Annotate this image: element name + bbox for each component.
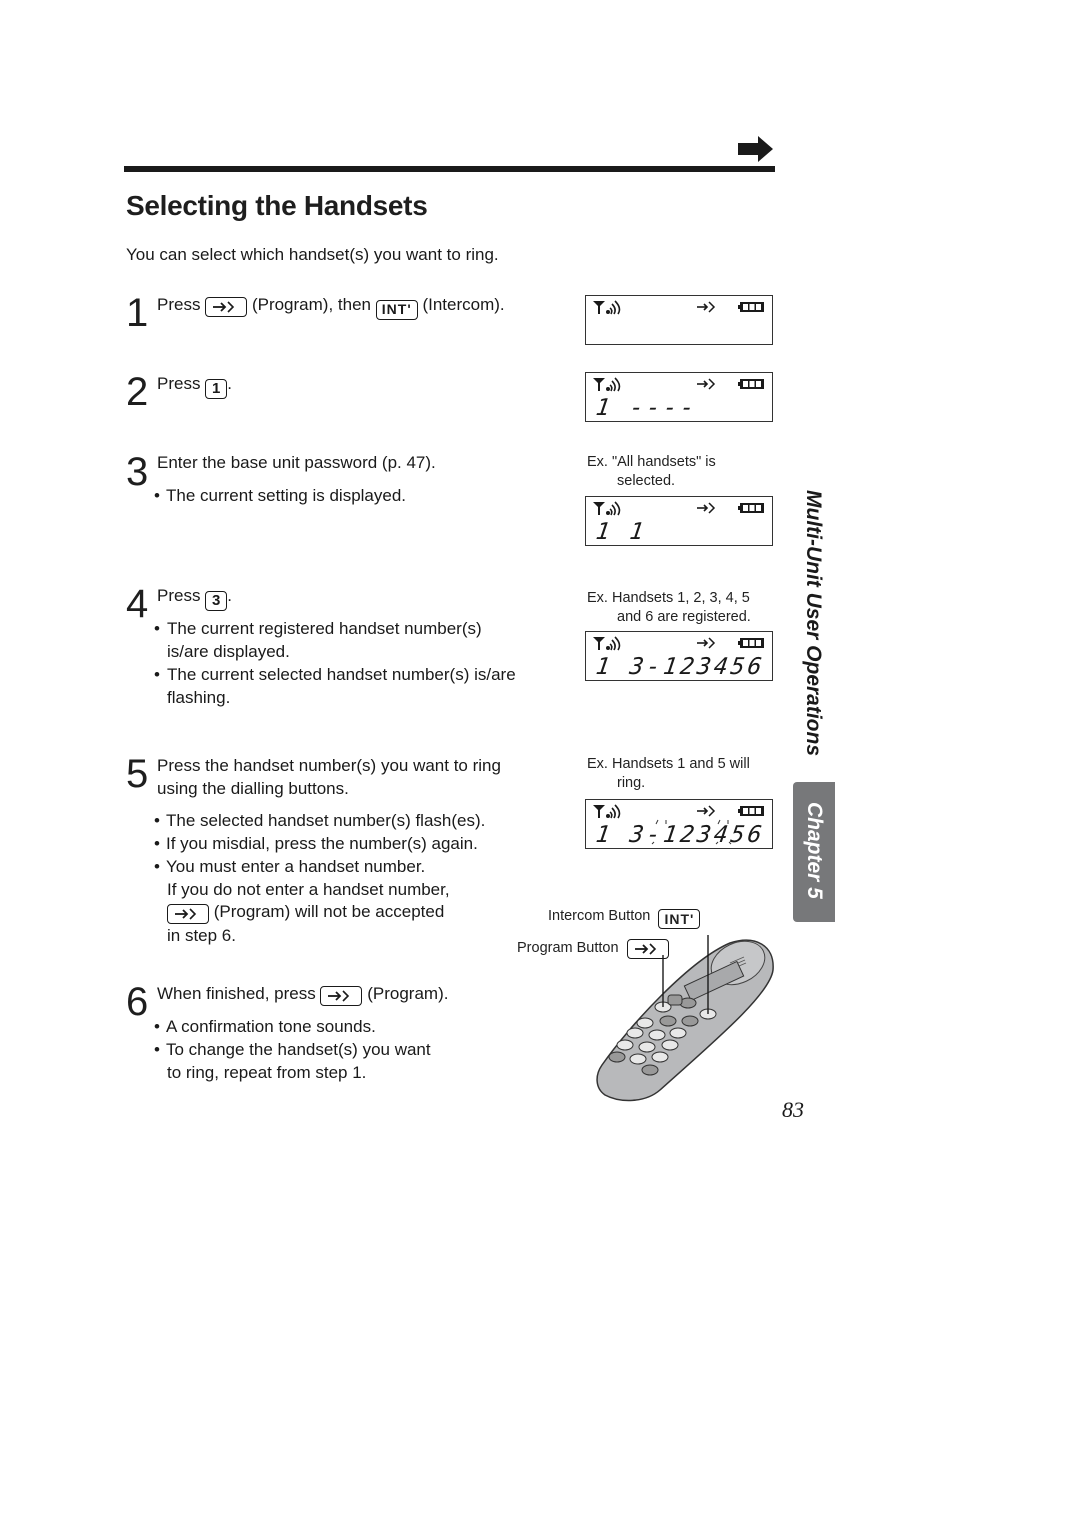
display-caption: Ex. Handsets 1, 2, 3, 4, 5 <box>587 590 750 606</box>
step-5-line1: Press the handset number(s) you want to … <box>157 756 501 775</box>
step-number: 2 <box>126 370 149 414</box>
display-caption: Ex. Handsets 1 and 5 will <box>587 756 750 772</box>
battery-icon <box>738 379 764 389</box>
step-number: 6 <box>126 980 149 1024</box>
antenna-signal-icon <box>593 636 621 651</box>
bullet-text: A confirmation tone sounds. <box>166 1017 376 1036</box>
program-key <box>320 986 363 1006</box>
step-text-part: (Program), then <box>251 295 371 314</box>
note-line: (Program) will not be accepted <box>167 900 444 924</box>
bullet-text: The selected handset number(s) flash(es)… <box>166 811 486 830</box>
step-text-part: Press <box>157 586 201 605</box>
section-sidebar-title: Multi-Unit User Operations <box>790 490 830 770</box>
display-caption: Ex. "All handsets" is <box>587 454 716 470</box>
note-line: If you do not enter a handset number, <box>167 880 450 899</box>
program-icon <box>697 301 716 313</box>
battery-icon <box>738 638 764 648</box>
step-1-text: Press (Program), then INT' (Intercom). <box>157 293 505 320</box>
antenna-signal-icon <box>593 300 621 315</box>
bullet-text: To change the handset(s) you want <box>166 1040 431 1059</box>
intro-text: You can select which handset(s) you want… <box>126 245 499 264</box>
bullet-item: • The current registered handset number(s… <box>154 617 524 663</box>
step-text-part: When finished, press <box>157 984 316 1003</box>
step-number: 4 <box>126 582 149 626</box>
step-5-line2: using the dialling buttons. <box>157 779 349 798</box>
program-key <box>205 297 248 317</box>
step-text-part: (Intercom). <box>422 295 505 314</box>
step-6-text: When finished, press (Program). <box>157 982 448 1006</box>
status-icons <box>592 299 766 315</box>
lcd-display-1 <box>585 295 773 345</box>
step-text-part: (Program). <box>367 984 449 1003</box>
next-page-arrow-icon <box>738 136 773 162</box>
bullet-item: • The selected handset number(s) flash(es… <box>154 811 486 830</box>
display-caption: ring. <box>617 775 646 791</box>
bullet-text: The current setting is displayed. <box>166 486 407 505</box>
note-text: (Program) will not be accepted <box>213 902 445 921</box>
step-text-part: . <box>227 374 232 393</box>
step-number: 3 <box>126 450 149 494</box>
bullet-item: • If you misdial, press the number(s) aga… <box>154 834 478 853</box>
program-icon <box>328 990 350 1002</box>
bullet-continuation: to ring, repeat from step 1. <box>167 1063 367 1082</box>
label-text: Intercom Button <box>548 908 651 924</box>
lcd-display-2: 1 ---- <box>585 372 773 422</box>
chapter-tab-text: Chapter 5 <box>803 802 826 899</box>
bullet-item: • The current setting is displayed. <box>154 486 407 505</box>
bullet-text: If you misdial, press the number(s) agai… <box>166 834 478 853</box>
program-icon <box>697 637 716 649</box>
step-3-text: Enter the base unit password (p. 47). <box>157 453 436 472</box>
step-text-part: . <box>227 586 232 605</box>
program-key <box>167 904 209 924</box>
step-4-text: Press 3. <box>157 584 232 611</box>
chapter-tab: Chapter 5 <box>793 782 835 922</box>
status-icons <box>592 500 766 516</box>
display-caption: selected. <box>617 473 676 489</box>
lcd-display-5: 1 3-123456 <box>585 799 773 849</box>
program-icon <box>213 301 235 313</box>
battery-icon <box>738 503 764 513</box>
bullet-item: • To change the handset(s) you want <box>154 1040 431 1059</box>
program-icon <box>697 378 716 390</box>
lcd-digits: 1 ---- <box>594 395 699 421</box>
program-icon <box>175 908 197 920</box>
flashing-indicator <box>651 819 732 845</box>
display-caption: and 6 are registered. <box>617 609 751 625</box>
lcd-display-4: 1 3-123456 <box>585 631 773 681</box>
note-line: in step 6. <box>167 926 236 945</box>
bullet-text: You must enter a handset number. <box>166 857 426 876</box>
step-number: 1 <box>126 291 149 335</box>
intercom-key: INT' <box>375 299 418 320</box>
bullet-text: The current selected handset number(s) i… <box>167 665 516 707</box>
page-number: 83 <box>782 1097 804 1122</box>
antenna-signal-icon <box>593 501 621 516</box>
bullet-item: • The current selected handset number(s) … <box>154 663 554 709</box>
bullet-item: • A confirmation tone sounds. <box>154 1017 376 1036</box>
section-title-text: Multi-Unit User Operations <box>802 490 825 757</box>
page-title: Selecting the Handsets <box>126 190 428 221</box>
step-text-part: Press <box>157 374 201 393</box>
status-icons <box>592 376 766 392</box>
lcd-display-3: 1 1 <box>585 496 773 546</box>
step-number: 5 <box>126 752 149 796</box>
key-3: 3 <box>205 590 228 611</box>
lcd-digits: 1 1 <box>594 519 649 545</box>
key-1: 1 <box>205 378 228 399</box>
program-icon <box>697 502 716 514</box>
antenna-signal-icon <box>593 377 621 392</box>
header-rule <box>124 166 775 172</box>
lcd-digits: 1 3-123456 <box>594 654 767 680</box>
battery-icon <box>738 302 764 312</box>
status-icons <box>592 635 766 651</box>
handset-illustration <box>596 935 774 1102</box>
bullet-text: The current registered handset number(s)… <box>167 619 482 661</box>
bullet-item: • You must enter a handset number. <box>154 857 426 876</box>
step-text-part: Press <box>157 295 201 314</box>
step-2-text: Press 1. <box>157 372 232 399</box>
